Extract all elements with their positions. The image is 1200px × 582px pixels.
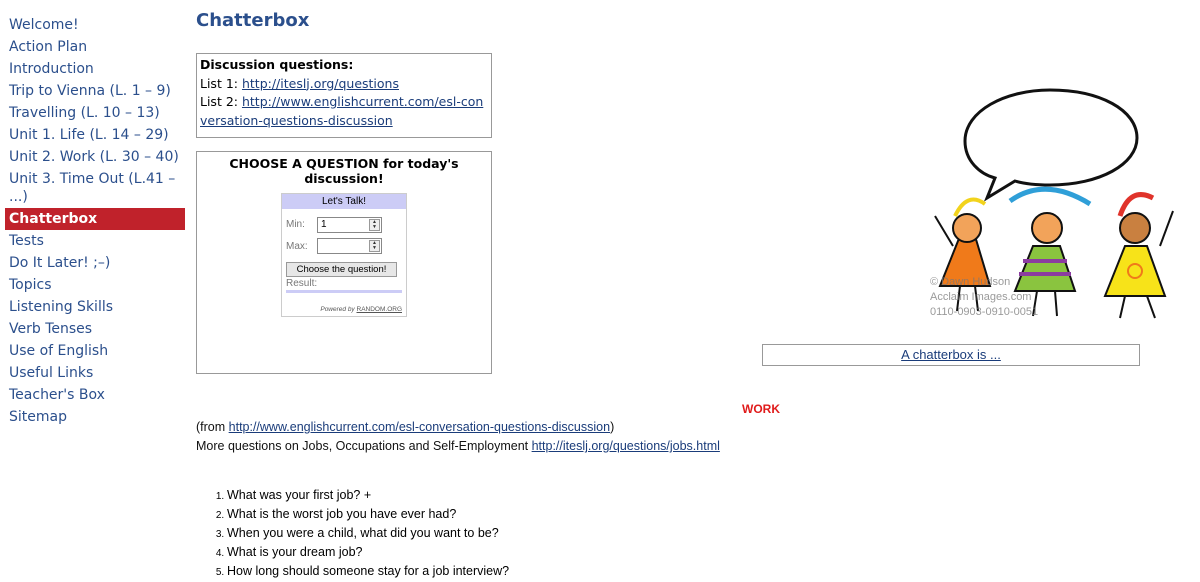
list-1-label: List 1: — [200, 75, 242, 91]
nav-item-listening-skills[interactable]: Listening Skills — [5, 296, 185, 318]
nav-item-do-it-later[interactable]: Do It Later! ;–) — [5, 252, 185, 274]
min-label: Min: — [286, 219, 305, 230]
list-2-link[interactable]: http://www.englishcurrent.com/esl-conver… — [200, 94, 483, 128]
nav-item-unit-1[interactable]: Unit 1. Life (L. 14 – 29) — [5, 124, 185, 146]
list-item: How long should someone stay for a job i… — [227, 562, 509, 581]
nav-item-travelling[interactable]: Travelling (L. 10 – 13) — [5, 102, 185, 124]
more-questions-line: More questions on Jobs, Occupations and … — [196, 439, 720, 453]
watermark-line: 0110-0903-0910-0051 — [930, 306, 1039, 318]
max-input[interactable]: ▲ ▼ — [317, 238, 382, 254]
choose-question-heading: CHOOSE A QUESTION for today's discussion… — [229, 156, 459, 186]
source-link[interactable]: http://www.englishcurrent.com/esl-conver… — [229, 420, 610, 434]
chatterbox-link-box: A chatterbox is ... — [762, 344, 1140, 366]
watermark-line: © Dawn Hudson — [930, 276, 1011, 288]
list-2-line: List 2: http://www.englishcurrent.com/es… — [200, 93, 488, 130]
nav-item-sitemap[interactable]: Sitemap — [5, 406, 185, 428]
nav-item-verb-tenses[interactable]: Verb Tenses — [5, 318, 185, 340]
random-org-link[interactable]: RANDOM.ORG — [357, 306, 403, 313]
min-spinner[interactable]: ▲ ▼ — [369, 219, 380, 231]
more-questions-text: More questions on Jobs, Occupations and … — [196, 439, 532, 453]
work-section-title: WORK — [742, 402, 780, 416]
nav-item-chatterbox[interactable]: Chatterbox — [5, 208, 185, 230]
source-suffix: ) — [610, 420, 615, 434]
chatterbox-definition-link[interactable]: A chatterbox is ... — [901, 347, 1001, 362]
nav-item-unit-2[interactable]: Unit 2. Work (L. 30 – 40) — [5, 146, 185, 168]
widget-title: Let's Talk! — [282, 194, 406, 209]
nav-item-introduction[interactable]: Introduction — [5, 58, 185, 80]
result-bar — [286, 290, 402, 293]
max-label: Max: — [286, 241, 308, 252]
page-title: Chatterbox — [196, 10, 310, 31]
image-watermark: © Dawn Hudson Acclaim Images.com 0110-09… — [930, 275, 1038, 320]
nav-item-tests[interactable]: Tests — [5, 230, 185, 252]
list-item: What is your dream job? — [227, 543, 509, 562]
speech-bubble-icon — [963, 88, 1139, 202]
discussion-questions-box: Discussion questions: List 1: http://ite… — [196, 53, 492, 138]
discussion-heading: Discussion questions: — [200, 57, 354, 72]
list-2-label: List 2: — [200, 94, 242, 109]
kid-right-figure — [1103, 192, 1174, 319]
nav-item-topics[interactable]: Topics — [5, 274, 185, 296]
watermark-line: Acclaim Images.com — [930, 291, 1032, 303]
list-1-link[interactable]: http://iteslj.org/questions — [242, 76, 399, 91]
list-item: When you were a child, what did you want… — [227, 524, 509, 543]
nav-item-useful-links[interactable]: Useful Links — [5, 362, 185, 384]
powered-by: Powered by RANDOM.ORG — [320, 306, 402, 313]
powered-by-prefix: Powered by — [320, 306, 357, 313]
nav-item-welcome[interactable]: Welcome! — [5, 14, 185, 36]
list-item: What is the worst job you have ever had? — [227, 505, 509, 524]
sidebar-nav: Welcome! Action Plan Introduction Trip t… — [5, 14, 185, 428]
nav-item-unit-3[interactable]: Unit 3. Time Out (L.41 – ...) — [5, 168, 185, 208]
list-1-line: List 1: http://iteslj.org/questions — [200, 75, 488, 94]
source-line: (from http://www.englishcurrent.com/esl-… — [196, 420, 614, 434]
nav-item-use-of-english[interactable]: Use of English — [5, 340, 185, 362]
max-spinner[interactable]: ▲ ▼ — [369, 240, 380, 252]
choose-question-button[interactable]: Choose the question! — [286, 262, 397, 277]
min-value: 1 — [321, 219, 327, 230]
nav-item-teachers-box[interactable]: Teacher's Box — [5, 384, 185, 406]
list-item: What was your first job? + — [227, 486, 509, 505]
random-question-widget: Let's Talk! Min: 1 ▲ ▼ Max: ▲ ▼ Choose the… — [281, 193, 407, 317]
source-prefix: (from — [196, 420, 229, 434]
result-label: Result: — [286, 278, 318, 289]
min-input[interactable]: 1 ▲ ▼ — [317, 217, 382, 233]
nav-item-action-plan[interactable]: Action Plan — [5, 36, 185, 58]
jobs-questions-link[interactable]: http://iteslj.org/questions/jobs.html — [532, 439, 720, 453]
nav-item-trip-to-vienna[interactable]: Trip to Vienna (L. 1 – 9) — [5, 80, 185, 102]
choose-question-box: CHOOSE A QUESTION for today's discussion… — [196, 151, 492, 374]
